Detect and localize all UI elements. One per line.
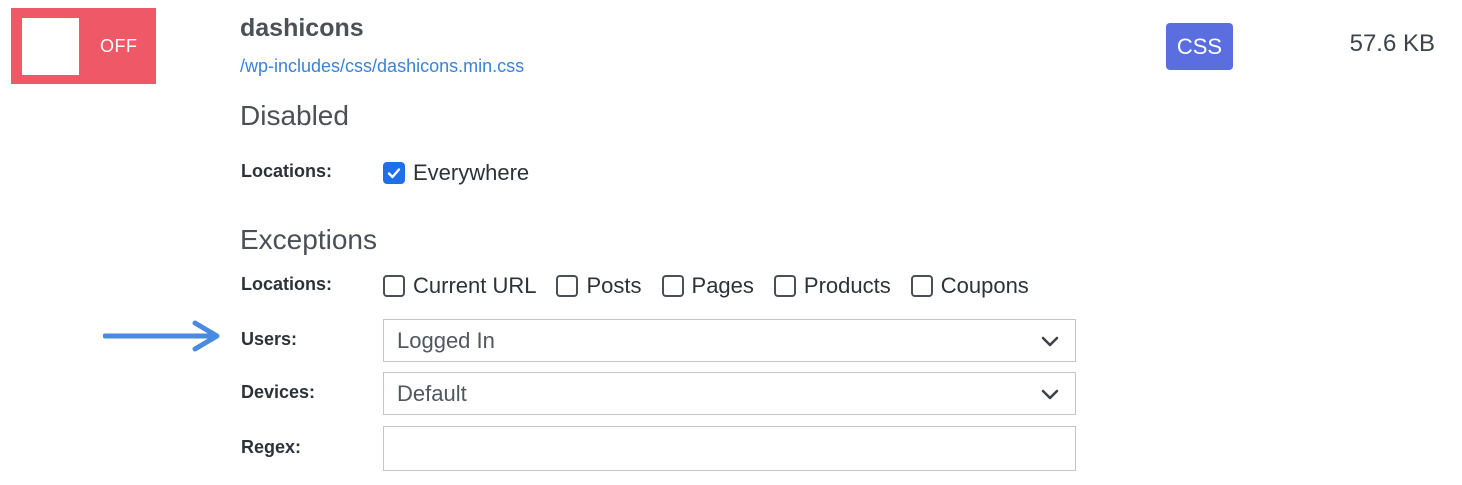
current-url-checkbox-item[interactable]: Current URL bbox=[383, 273, 536, 299]
users-select-value: Logged In bbox=[397, 327, 495, 353]
devices-select-value: Default bbox=[397, 380, 467, 406]
pages-checkbox-label: Pages bbox=[691, 273, 754, 298]
posts-checkbox[interactable] bbox=[556, 275, 579, 297]
pages-checkbox[interactable] bbox=[661, 275, 684, 297]
disabled-locations-label: Locations: bbox=[241, 161, 333, 181]
everywhere-checkbox-item[interactable]: Everywhere bbox=[383, 160, 529, 186]
coupons-checkbox[interactable] bbox=[910, 275, 933, 297]
devices-select[interactable]: Default bbox=[383, 372, 1076, 415]
toggle-label: OFF bbox=[100, 36, 138, 56]
asset-name: dashicons bbox=[240, 14, 364, 42]
status-toggle[interactable]: OFF bbox=[11, 8, 156, 84]
current-url-checkbox-label: Current URL bbox=[413, 273, 537, 298]
right-arrow-icon bbox=[103, 320, 220, 352]
products-checkbox-label: Products bbox=[803, 273, 891, 298]
users-label: Users: bbox=[241, 329, 298, 349]
disabled-heading: Disabled bbox=[240, 100, 349, 131]
asset-path-link[interactable]: /wp-includes/css/dashicons.min.css bbox=[240, 56, 524, 77]
exceptions-locations-group: Current URL Posts Pages Products Coupons bbox=[383, 273, 1049, 299]
disabled-locations-group: Everywhere bbox=[383, 160, 549, 186]
current-url-checkbox[interactable] bbox=[383, 275, 405, 297]
products-checkbox-item[interactable]: Products bbox=[773, 273, 891, 299]
everywhere-checkbox[interactable] bbox=[383, 162, 405, 184]
users-select[interactable]: Logged In bbox=[383, 319, 1076, 362]
exceptions-heading: Exceptions bbox=[240, 224, 377, 255]
coupons-checkbox-label: Coupons bbox=[940, 273, 1029, 298]
asset-type-badge: CSS bbox=[1166, 23, 1233, 70]
exceptions-locations-label: Locations: bbox=[241, 274, 333, 294]
coupons-checkbox-item[interactable]: Coupons bbox=[910, 273, 1029, 299]
chevron-down-icon bbox=[1041, 389, 1059, 399]
file-size: 57.6 KB bbox=[1349, 30, 1435, 57]
regex-input[interactable] bbox=[383, 426, 1076, 471]
pages-checkbox-item[interactable]: Pages bbox=[661, 273, 754, 299]
toggle-knob[interactable] bbox=[22, 18, 79, 75]
devices-label: Devices: bbox=[241, 382, 316, 402]
chevron-down-icon bbox=[1041, 336, 1059, 346]
posts-checkbox-label: Posts bbox=[586, 273, 642, 298]
products-checkbox[interactable] bbox=[773, 275, 796, 297]
checkmark-icon bbox=[387, 168, 401, 179]
everywhere-checkbox-label: Everywhere bbox=[413, 160, 530, 185]
posts-checkbox-item[interactable]: Posts bbox=[556, 273, 642, 299]
regex-label: Regex: bbox=[241, 437, 302, 457]
